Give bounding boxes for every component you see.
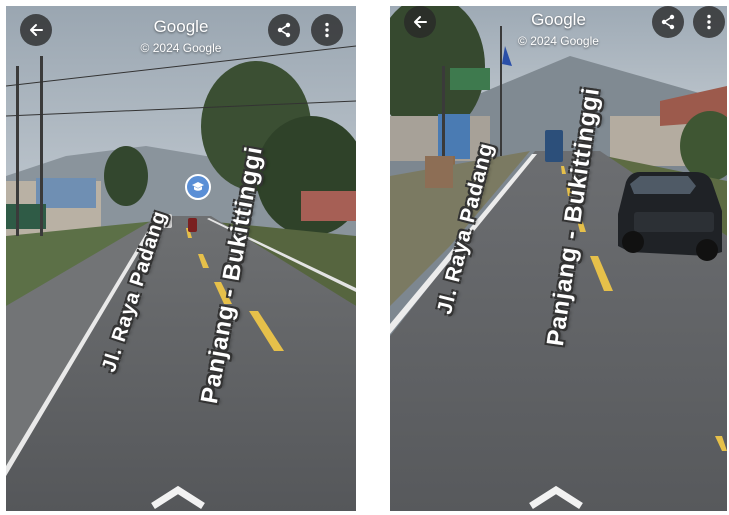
app-title: Google [153,17,209,36]
more-options-button[interactable] [311,14,343,46]
back-arrow-icon [30,24,43,36]
street-view-panel-right[interactable]: Jl. Raya Padang Panjang - Bukittinggi Go… [390,6,727,511]
share-button[interactable] [652,6,684,38]
copyright-text: © 2024 Google [140,41,222,55]
share-button[interactable] [268,14,300,46]
chevron-up-icon[interactable] [149,484,207,510]
back-arrow-icon [414,16,427,28]
more-vert-icon [325,22,329,38]
more-vert-icon [707,14,711,30]
street-scene-left[interactable] [6,6,356,511]
back-button[interactable] [20,14,52,46]
top-bar: Google © 2024 Google [6,6,356,70]
more-options-button[interactable] [693,6,725,38]
chevron-up-icon[interactable] [527,484,585,510]
street-view-panel-left[interactable]: Jl. Raya Padang Panjang - Bukittinggi Go… [6,6,356,511]
share-icon [661,14,675,30]
share-icon [277,22,291,38]
back-button[interactable] [404,6,436,38]
copyright-text: © 2024 Google [518,34,599,48]
top-bar: Google © 2024 Google [390,6,727,70]
school-marker-icon[interactable] [185,174,211,200]
